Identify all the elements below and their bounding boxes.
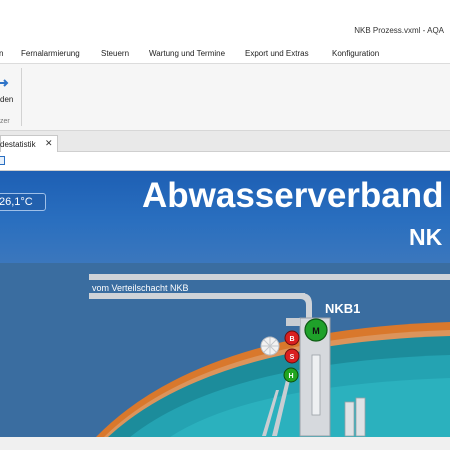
indicator-s-label: S [290, 354, 295, 361]
pipe-elbow [300, 293, 312, 320]
process-graphic: M B S H [89, 274, 450, 437]
page-title: Abwasserverband [142, 176, 444, 215]
horizontal-scrollbar[interactable] [0, 437, 450, 450]
pipe-upper [89, 274, 450, 280]
scraper-blade-2 [355, 397, 366, 437]
bridge-arm [286, 318, 300, 326]
page-subtitle: NK [409, 224, 443, 250]
indicator-b-label: B [289, 336, 294, 343]
indicator-h-label: H [288, 373, 293, 380]
basin-label: NKB1 [325, 301, 361, 316]
aerator-icon[interactable] [260, 336, 280, 356]
pipe-lower [89, 293, 305, 299]
temperature-display: 26,1°C [0, 193, 46, 211]
pipe-label: vom Verteilschacht NKB [92, 283, 189, 293]
scraper-blade [344, 401, 355, 437]
bridge-panel [311, 354, 321, 416]
motor-label: M [312, 326, 320, 336]
